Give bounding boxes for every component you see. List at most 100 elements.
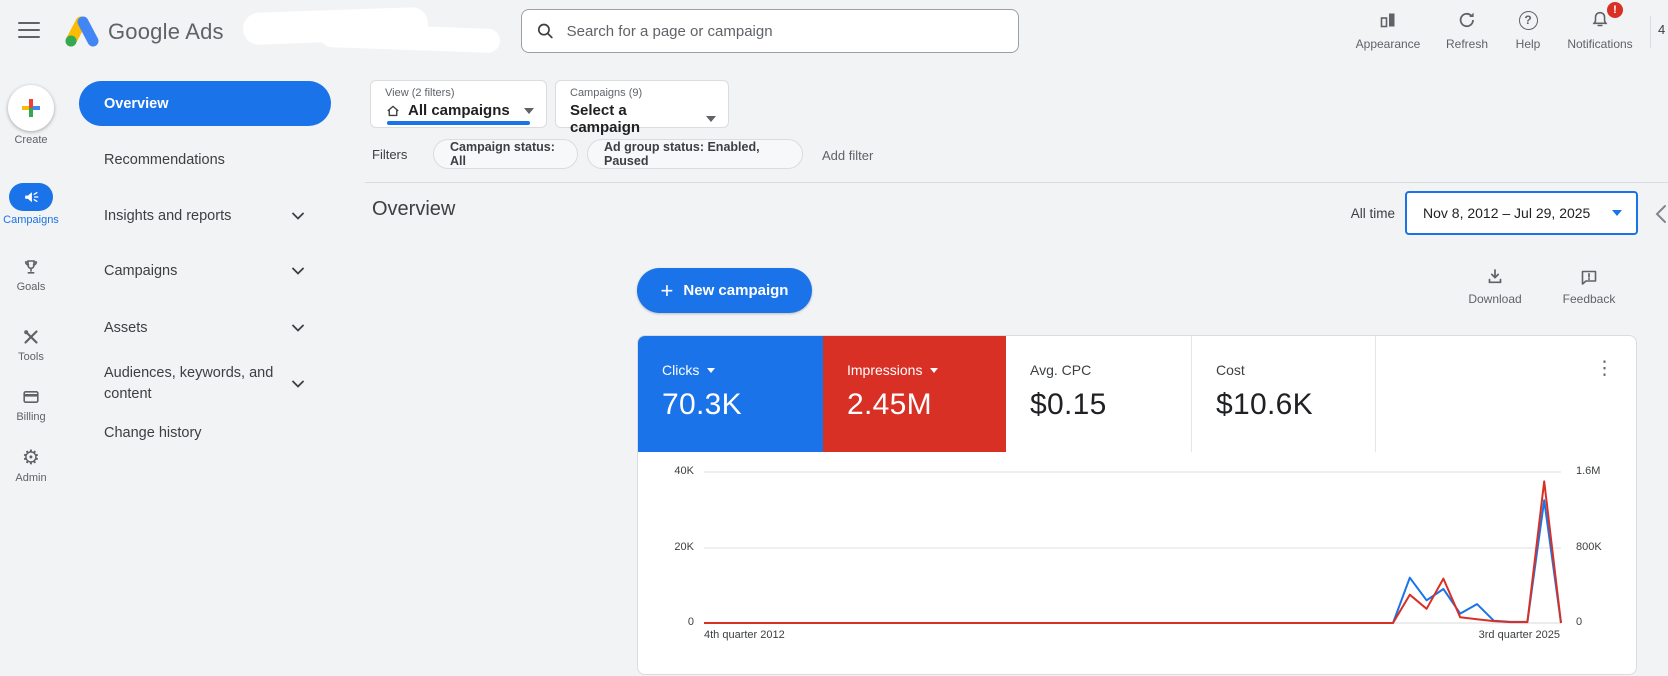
redacted-account-info [320, 23, 501, 53]
campaign-selector-label: Campaigns (9) [570, 87, 716, 99]
y-axis-tick-left: 20K [648, 541, 694, 553]
home-icon [385, 103, 401, 119]
chevron-down-icon [292, 380, 304, 388]
rail-item-goals[interactable]: Goals [0, 256, 62, 293]
filter-chip-campaign-status[interactable]: Campaign status: All [433, 139, 578, 169]
sidebar-item-label: Change history [104, 425, 202, 441]
rail-item-billing[interactable]: Billing [0, 386, 62, 423]
metric-label: Clicks [662, 362, 699, 378]
google-ads-logo-icon [60, 14, 100, 50]
feedback-label: Feedback [1553, 292, 1625, 306]
date-range-preset: All time [1295, 206, 1395, 221]
filters-label: Filters [372, 147, 407, 162]
page-title: Overview [372, 198, 455, 221]
trophy-icon [21, 257, 41, 277]
megaphone-icon [22, 188, 40, 206]
appearance-button[interactable]: Appearance [1349, 8, 1427, 51]
metric-card-cost[interactable]: Cost $10.6K [1191, 336, 1375, 452]
dropdown-caret-icon [524, 108, 534, 114]
rail-label-create: Create [0, 134, 62, 146]
search-input[interactable] [565, 22, 1004, 41]
rail-label-billing: Billing [0, 411, 62, 423]
metric-card-clicks[interactable]: Clicks 70.3K [638, 336, 823, 452]
sidebar-item-audiences-keywords-content[interactable]: Audiences, keywords, and content [80, 356, 332, 412]
account-id-partial: 4 [1658, 22, 1665, 37]
appearance-label: Appearance [1349, 37, 1427, 51]
rail-label-tools: Tools [0, 351, 62, 363]
y-axis-tick-left: 40K [648, 465, 694, 477]
download-label: Download [1459, 292, 1531, 306]
credit-card-icon [21, 387, 41, 407]
create-plus-icon [19, 96, 43, 120]
metric-label: Impressions [847, 362, 922, 378]
sidebar-item-label: Audiences, keywords, and content [104, 363, 284, 405]
sidebar-item-label: Assets [104, 320, 148, 336]
filter-chip-ad-group-status[interactable]: Ad group status: Enabled, Paused [587, 139, 803, 169]
rail-label-goals: Goals [0, 281, 62, 293]
campaigns-active-pill[interactable] [9, 183, 53, 211]
notification-badge: ! [1607, 2, 1623, 18]
sidebar-item-campaigns[interactable]: Campaigns [80, 257, 332, 285]
sidebar-item-insights-and-reports[interactable]: Insights and reports [80, 202, 332, 230]
metric-value: $0.15 [1030, 388, 1191, 422]
filter-chip-label: Ad group status: Enabled, Paused [604, 140, 786, 168]
main-menu-icon[interactable] [18, 22, 40, 38]
rail-item-admin[interactable]: ⚙ Admin [0, 447, 62, 484]
google-ads-logo: Google Ads [60, 14, 224, 50]
sidebar-item-recommendations[interactable]: Recommendations [80, 146, 332, 174]
notifications-button[interactable]: ! Notifications [1561, 8, 1639, 51]
rail-label-campaigns: Campaigns [0, 214, 62, 226]
global-search[interactable] [521, 9, 1019, 53]
dropdown-caret-icon [930, 368, 938, 373]
metric-label: Cost [1216, 362, 1245, 378]
rail-item-campaigns[interactable]: Campaigns [0, 183, 62, 226]
new-campaign-button[interactable]: + New campaign [637, 268, 812, 313]
metric-card-impressions[interactable]: Impressions 2.45M [823, 336, 1006, 452]
download-button[interactable]: Download [1459, 266, 1531, 306]
appearance-icon [1378, 10, 1398, 30]
dropdown-caret-icon [707, 368, 715, 373]
metric-value: $10.6K [1216, 388, 1375, 422]
section-divider [365, 182, 1668, 183]
gear-icon: ⚙ [22, 447, 40, 469]
add-filter-button[interactable]: Add filter [822, 148, 873, 163]
metric-card-avg-cpc[interactable]: Avg. CPC $0.15 [1006, 336, 1191, 452]
y-axis-tick-right: 0 [1576, 616, 1628, 628]
topbar-divider [1650, 16, 1651, 48]
y-axis-tick-right: 1.6M [1576, 465, 1628, 477]
campaign-selector[interactable]: Campaigns (9) Select a campaign [555, 80, 729, 128]
create-button[interactable] [8, 85, 54, 131]
metric-value: 70.3K [662, 388, 823, 422]
y-axis-tick-left: 0 [648, 616, 694, 628]
date-range-picker[interactable]: Nov 8, 2012 – Jul 29, 2025 [1405, 191, 1638, 235]
download-icon [1485, 267, 1505, 287]
trend-line-chart [638, 452, 1637, 675]
new-campaign-label: New campaign [683, 282, 788, 299]
sidebar-item-change-history[interactable]: Change history [80, 419, 332, 447]
help-button[interactable]: ? Help [1489, 8, 1567, 51]
kebab-menu-icon[interactable]: ⋮ [1595, 360, 1614, 378]
help-label: Help [1489, 37, 1567, 51]
help-icon: ? [1519, 11, 1538, 30]
y-axis-tick-right: 800K [1576, 541, 1628, 553]
sidebar-item-label: Campaigns [104, 263, 177, 279]
collapse-panel-chevron-icon[interactable] [1655, 204, 1667, 224]
tools-icon [21, 327, 41, 347]
dropdown-caret-icon [706, 116, 716, 122]
view-selector[interactable]: View (2 filters) All campaigns [370, 80, 547, 128]
refresh-icon [1457, 10, 1477, 30]
feedback-button[interactable]: Feedback [1553, 266, 1625, 306]
product-name: Google Ads [108, 19, 224, 45]
active-view-indicator [387, 121, 530, 125]
rail-item-tools[interactable]: Tools [0, 326, 62, 363]
performance-chart: 40K 20K 0 1.6M 800K 0 4th quarter 2012 3… [638, 452, 1636, 675]
rail-item-create[interactable]: Create [0, 85, 62, 146]
sidebar-item-label: Overview [104, 96, 169, 112]
notifications-label: Notifications [1561, 37, 1639, 51]
sidebar-item-assets[interactable]: Assets [80, 314, 332, 342]
plus-icon: + [661, 281, 674, 301]
view-selector-value: All campaigns [408, 102, 510, 119]
sidebar-item-overview[interactable]: Overview [79, 81, 331, 126]
chevron-down-icon [292, 267, 304, 275]
feedback-icon [1579, 267, 1599, 287]
